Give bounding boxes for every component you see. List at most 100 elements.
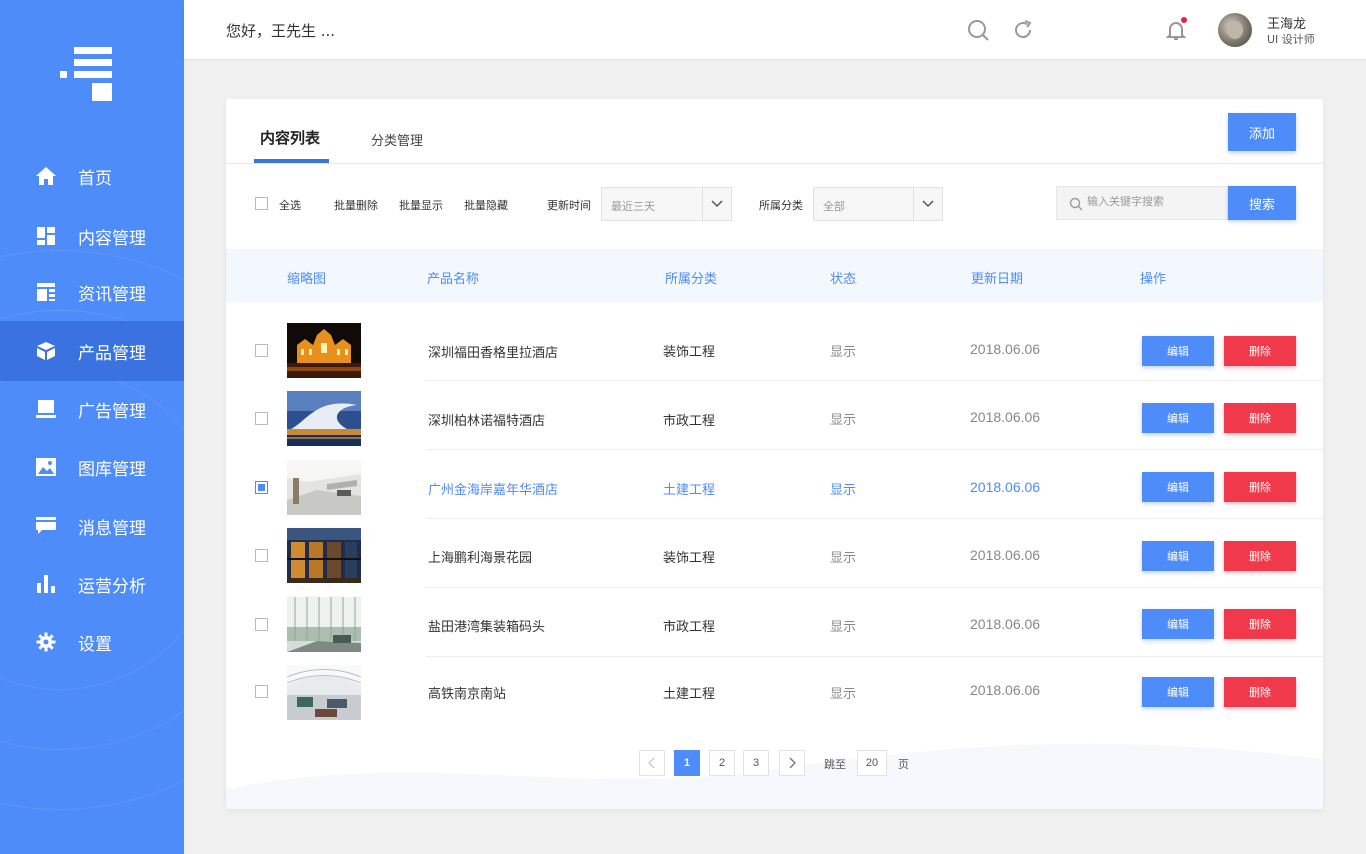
batch-delete-button[interactable]: 批量删除	[334, 197, 378, 213]
notification-badge	[1180, 16, 1188, 24]
product-category: 装饰工程	[663, 345, 716, 360]
add-button[interactable]: 添加	[1228, 113, 1296, 151]
batch-show-button[interactable]: 批量显示	[399, 197, 443, 213]
station-interior-photo	[287, 665, 361, 720]
night-castle-photo	[287, 323, 361, 378]
row-checkbox[interactable]	[255, 344, 268, 357]
white-interior-photo	[287, 460, 361, 515]
sidebar-item-gallery[interactable]: 图库管理	[0, 437, 184, 497]
glass-facade-photo	[287, 528, 361, 583]
search-button[interactable]: 搜索	[1228, 186, 1296, 220]
greeting-text: 您好，王先生 ...	[226, 22, 336, 40]
table-row[interactable]: 高铁南京南站 土建工程 显示 2018.06.06 编辑 删除	[226, 657, 1323, 725]
sidebar-item-news[interactable]: 资讯管理	[0, 262, 184, 322]
edit-button[interactable]: 编辑	[1142, 541, 1214, 571]
page-1-button[interactable]: 1	[674, 750, 700, 776]
delete-button[interactable]: 删除	[1224, 609, 1296, 639]
edit-button[interactable]: 编辑	[1142, 609, 1214, 639]
sidebar-item-label: 资讯管理	[78, 284, 146, 305]
glass-hall-photo	[287, 597, 361, 652]
bell-icon[interactable]	[1164, 16, 1188, 42]
update-date: 2018.06.06	[970, 682, 1041, 698]
category-label: 所属分类	[759, 199, 803, 212]
sidebar-item-messages[interactable]: 消息管理	[0, 496, 184, 556]
page-2-button[interactable]: 2	[709, 750, 735, 776]
avatar[interactable]	[1218, 13, 1252, 47]
edit-button[interactable]: 编辑	[1142, 336, 1214, 366]
table-row[interactable]: 盐田港湾集装箱码头 市政工程 显示 2018.06.06 编辑 删除	[226, 589, 1323, 657]
edit-button[interactable]: 编辑	[1142, 677, 1214, 707]
product-status: 显示	[830, 413, 857, 428]
table-row[interactable]: 深圳柏林诺福特酒店 市政工程 显示 2018.06.06 编辑 删除	[226, 382, 1323, 450]
product-name: 上海鹏利海景花园	[428, 551, 533, 566]
row-divider	[426, 449, 1323, 450]
logo-icon[interactable]	[60, 47, 114, 103]
product-name: 深圳福田香格里拉酒店	[428, 346, 559, 361]
edit-button[interactable]: 编辑	[1142, 472, 1214, 502]
row-checkbox[interactable]	[255, 685, 268, 698]
search-input[interactable]	[1087, 195, 1222, 208]
product-name: 深圳柏林诺福特酒店	[428, 414, 546, 429]
product-status: 显示	[830, 345, 857, 360]
select-all-label[interactable]: 全选	[279, 197, 301, 213]
search-icon[interactable]	[966, 18, 990, 42]
sidebar-item-label: 广告管理	[78, 401, 146, 422]
sidebar-item-label: 图库管理	[78, 459, 146, 480]
sidebar-item-label: 产品管理	[78, 343, 146, 364]
delete-button[interactable]: 删除	[1224, 677, 1296, 707]
tab-content-list[interactable]: 内容列表	[260, 127, 320, 148]
sidebar-item-label: 运营分析	[78, 576, 146, 597]
product-name: 高铁南京南站	[428, 687, 507, 702]
chevron-right-icon	[789, 757, 796, 769]
product-category: 市政工程	[663, 620, 716, 635]
refresh-icon[interactable]	[1011, 18, 1035, 42]
jump-to-label: 跳至	[824, 758, 846, 771]
update-date: 2018.06.06	[970, 409, 1041, 425]
category-value: 全部	[823, 200, 845, 213]
decorative-wave	[226, 743, 1323, 809]
select-all-checkbox[interactable]	[255, 197, 268, 210]
jump-page-input[interactable]: 20	[857, 750, 887, 776]
delete-button[interactable]: 删除	[1224, 472, 1296, 502]
table-row[interactable]: 深圳福田香格里拉酒店 装饰工程 显示 2018.06.06 编辑 删除	[226, 313, 1323, 381]
sidebar-item-content[interactable]: 内容管理	[0, 206, 184, 266]
update-time-select[interactable]: 最近三天	[601, 187, 732, 221]
update-date: 2018.06.06	[970, 341, 1041, 357]
message-icon	[34, 514, 58, 538]
category-select[interactable]: 全部	[813, 187, 943, 221]
sidebar-item-analytics[interactable]: 运营分析	[0, 554, 184, 614]
tab-divider	[226, 163, 1323, 164]
sidebar-item-products[interactable]: 产品管理	[0, 321, 184, 381]
column-header-actions: 操作	[1140, 272, 1167, 287]
row-checkbox[interactable]	[255, 549, 268, 562]
update-date: 2018.06.06	[970, 616, 1041, 632]
chevron-down-icon	[913, 188, 942, 220]
batch-hide-button[interactable]: 批量隐藏	[464, 197, 508, 213]
row-divider	[426, 587, 1323, 588]
table-header: 缩略图 产品名称 所属分类 状态 更新日期 操作	[226, 249, 1323, 302]
table-row[interactable]: 广州金海岸嘉年华酒店 土建工程 显示 2018.06.06 编辑 删除	[226, 451, 1323, 519]
delete-button[interactable]: 删除	[1224, 403, 1296, 433]
delete-button[interactable]: 删除	[1224, 336, 1296, 366]
chevron-left-icon	[648, 757, 655, 769]
prev-page-button[interactable]	[639, 750, 665, 776]
row-checkbox[interactable]	[255, 481, 268, 494]
sidebar-item-label: 设置	[78, 634, 112, 655]
sidebar-item-settings[interactable]: 设置	[0, 612, 184, 672]
edit-button[interactable]: 编辑	[1142, 403, 1214, 433]
tab-category-management[interactable]: 分类管理	[371, 130, 423, 149]
row-divider	[426, 380, 1323, 381]
page-suffix-label: 页	[898, 758, 909, 771]
column-header-product-name: 产品名称	[427, 272, 480, 287]
column-header-status: 状态	[830, 272, 857, 287]
row-checkbox[interactable]	[255, 412, 268, 425]
sidebar-item-ads[interactable]: 广告管理	[0, 379, 184, 439]
update-time-label: 更新时间	[547, 199, 591, 212]
product-category: 土建工程	[663, 483, 716, 498]
page-3-button[interactable]: 3	[743, 750, 769, 776]
next-page-button[interactable]	[779, 750, 805, 776]
sidebar-item-home[interactable]: 首页	[0, 146, 184, 206]
row-checkbox[interactable]	[255, 618, 268, 631]
table-row[interactable]: 上海鹏利海景花园 装饰工程 显示 2018.06.06 编辑 删除	[226, 520, 1323, 588]
delete-button[interactable]: 删除	[1224, 541, 1296, 571]
